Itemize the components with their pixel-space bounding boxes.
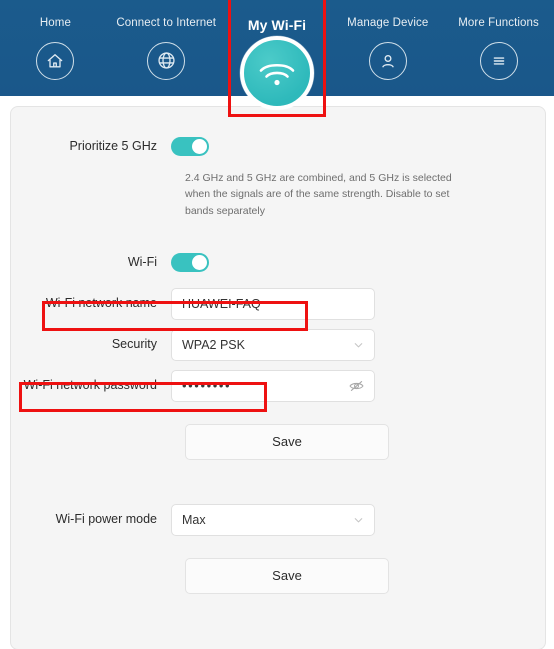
nav-item-label: Home: [39, 17, 71, 29]
wifi-toggle[interactable]: [171, 252, 209, 272]
power-mode-field: Max: [171, 503, 375, 536]
nav-item-label: Manage Device: [347, 17, 429, 29]
prioritize-5ghz-help-text: 2.4 GHz and 5 GHz are combined, and 5 GH…: [185, 172, 452, 217]
row-power-mode: Wi-Fi power mode Max: [11, 503, 545, 536]
row-network-name: Wi-Fi network name HUAWEI-FAQ: [11, 287, 545, 320]
nav-item-my-wifi[interactable]: My Wi-Fi: [222, 0, 333, 110]
user-icon: [368, 41, 407, 80]
power-mode-select[interactable]: Max: [171, 503, 375, 536]
nav-item-manage-device[interactable]: Manage Device: [332, 0, 443, 80]
globe-icon: [147, 41, 186, 80]
network-password-value: ••••••••: [182, 378, 232, 394]
network-password-field: ••••••••: [171, 369, 375, 402]
security-field: WPA2 PSK: [171, 328, 375, 361]
network-name-field: HUAWEI-FAQ: [171, 287, 375, 320]
toggle-knob: [192, 139, 207, 154]
nav-item-connect-to-internet[interactable]: Connect to Internet: [111, 0, 222, 80]
nav-item-list: Home Connect to Internet My Wi-Fi Manage…: [0, 0, 554, 110]
toggle-knob: [192, 254, 207, 270]
network-name-input[interactable]: HUAWEI-FAQ: [171, 287, 375, 320]
network-name-value: HUAWEI-FAQ: [182, 296, 261, 311]
wifi-icon[interactable]: [239, 36, 314, 110]
save-button-primary[interactable]: Save: [185, 423, 389, 460]
nav-item-label: My Wi-Fi: [247, 17, 307, 33]
nav-item-more-functions[interactable]: More Functions: [443, 0, 554, 80]
security-value: WPA2 PSK: [182, 337, 245, 352]
row-wifi: Wi-Fi: [11, 252, 545, 272]
network-password-input[interactable]: ••••••••: [171, 369, 375, 402]
chevron-down-icon[interactable]: [352, 513, 365, 526]
wifi-label: Wi-Fi: [127, 254, 157, 269]
network-password-label: Wi-Fi network password: [23, 378, 157, 393]
prioritize-5ghz-label: Prioritize 5 GHz: [69, 139, 157, 153]
wifi-settings-card: Prioritize 5 GHz 2.4 GHz and 5 GHz are c…: [10, 106, 546, 649]
top-navigation-bar: Home Connect to Internet My Wi-Fi Manage…: [0, 0, 554, 110]
page-body: Prioritize 5 GHz 2.4 GHz and 5 GHz are c…: [0, 96, 554, 649]
wifi-field: [171, 252, 209, 272]
wifi-settings-form: Prioritize 5 GHz 2.4 GHz and 5 GHz are c…: [11, 107, 545, 594]
home-icon: [36, 41, 75, 80]
security-select[interactable]: WPA2 PSK: [171, 328, 375, 361]
nav-item-label: More Functions: [458, 17, 539, 29]
hamburger-menu-icon: [479, 41, 518, 80]
chevron-down-icon[interactable]: [352, 338, 365, 351]
power-mode-label: Wi-Fi power mode: [55, 512, 157, 527]
power-mode-value: Max: [182, 512, 206, 527]
network-name-label: Wi-Fi network name: [45, 296, 157, 311]
row-prioritize-5ghz: Prioritize 5 GHz: [11, 137, 545, 156]
row-network-password: Wi-Fi network password ••••••••: [11, 369, 545, 402]
eye-hidden-icon[interactable]: [348, 378, 365, 393]
prioritize-5ghz-field: [171, 137, 209, 156]
nav-item-label: Connect to Internet: [116, 17, 217, 29]
row-security: Security WPA2 PSK: [11, 328, 545, 361]
security-label: Security: [111, 337, 157, 352]
save-button-secondary[interactable]: Save: [185, 557, 389, 594]
nav-item-home[interactable]: Home: [0, 0, 111, 80]
prioritize-5ghz-toggle[interactable]: [171, 137, 209, 156]
